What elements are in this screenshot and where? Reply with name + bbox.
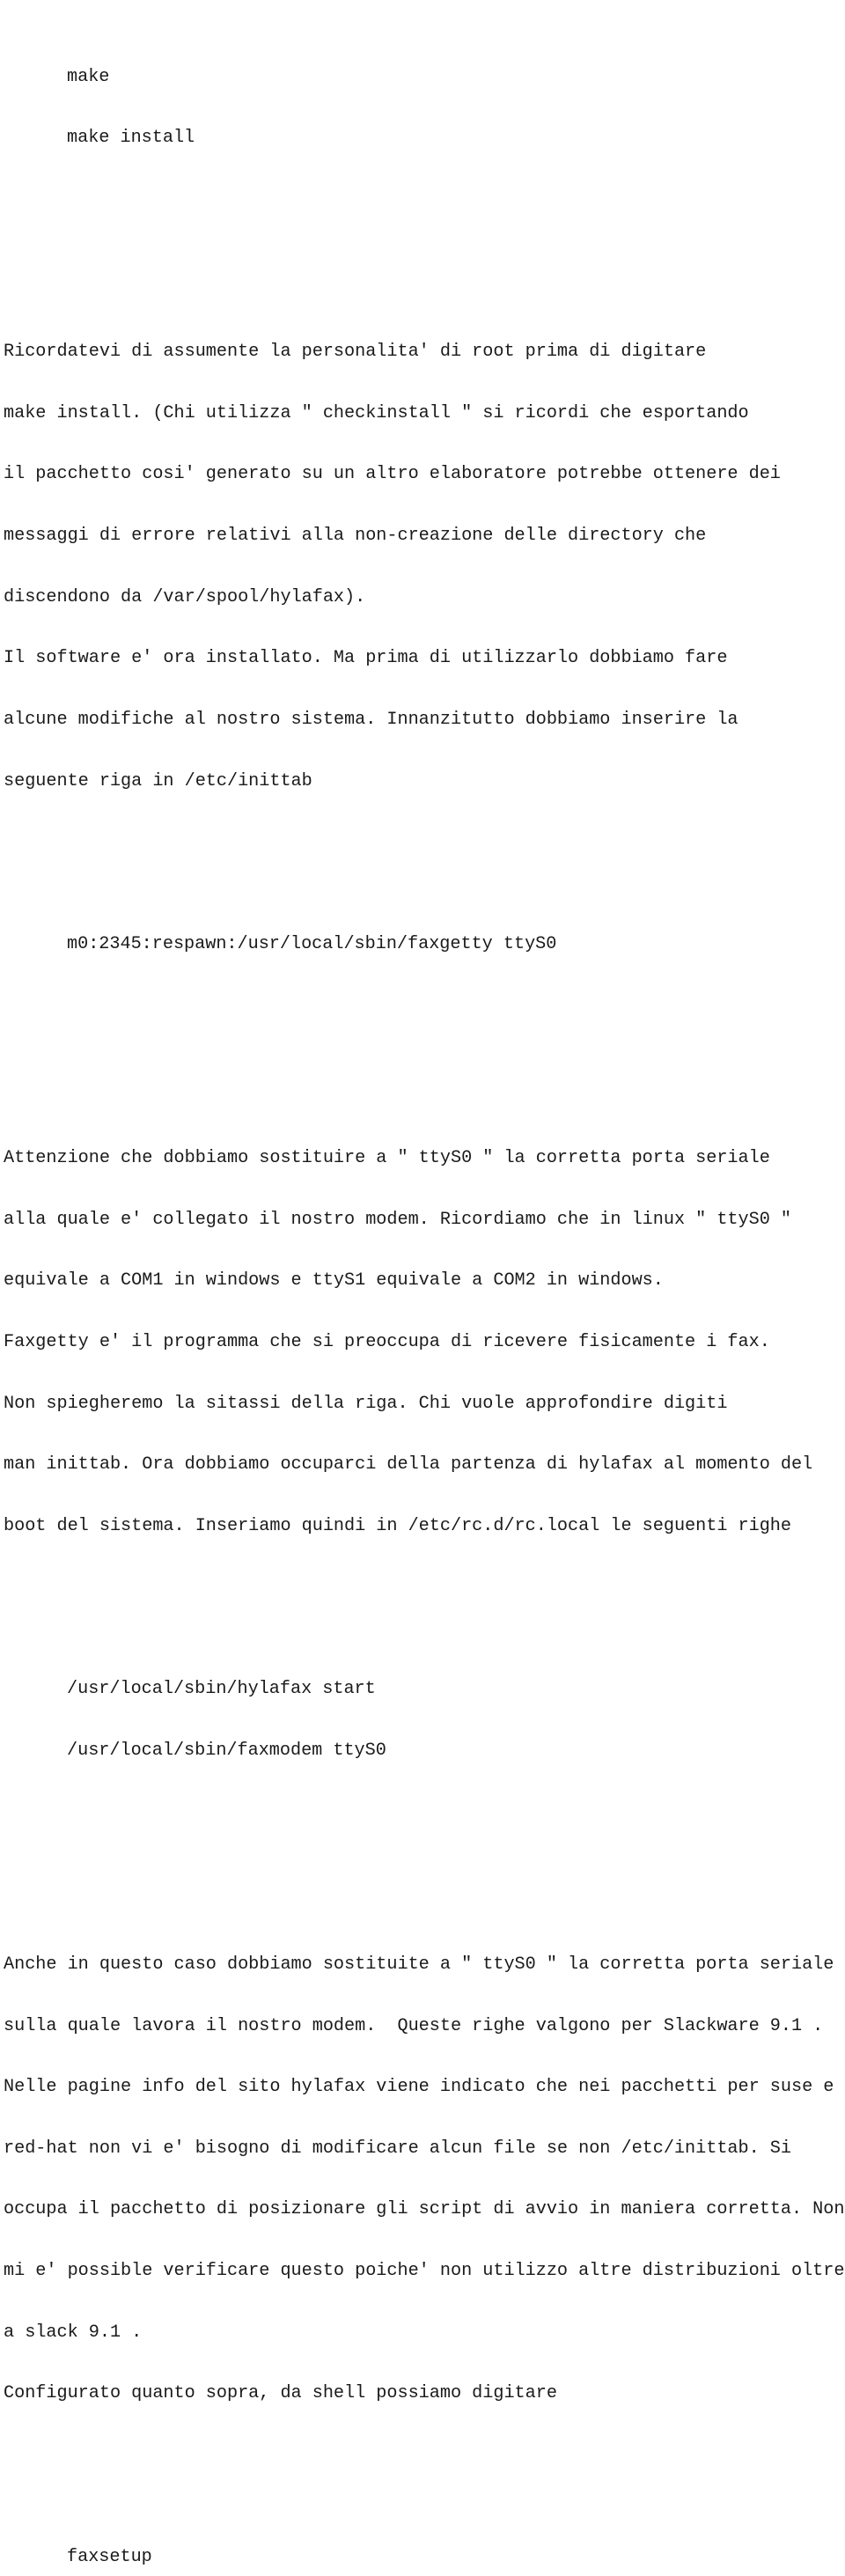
paragraph-line: a slack 9.1 . xyxy=(4,2322,143,2343)
paragraph-line: seguente riga in /etc/inittab xyxy=(4,770,312,791)
paragraph-line: occupa il pacchetto di posizionare gli s… xyxy=(4,2199,845,2220)
paragraph-line: alla quale e' collegato il nostro modem.… xyxy=(4,1209,791,1230)
paragraph-line: Ricordatevi di assumente la personalita'… xyxy=(4,342,707,363)
code-block-hylafax-start: /usr/local/sbin/hylafax start xyxy=(67,1679,376,1700)
paragraph-line: mi e' possible verificare questo poiche'… xyxy=(4,2261,845,2282)
code-block-inittab-line: m0:2345:respawn:/usr/local/sbin/faxgetty… xyxy=(67,934,557,955)
code-block-faxmodem: /usr/local/sbin/faxmodem ttyS0 xyxy=(67,1741,386,1761)
paragraph-line: Nelle pagine info del sito hylafax viene… xyxy=(4,2077,834,2098)
code-block-faxsetup: faxsetup xyxy=(67,2546,152,2567)
paragraph-line: make install. (Chi utilizza " checkinsta… xyxy=(4,402,749,423)
paragraph-line: il pacchetto cosi' generato su un altro … xyxy=(4,464,781,485)
paragraph-line: discendono da /var/spool/hylafax). xyxy=(4,586,366,607)
paragraph-line: alcune modifiche al nostro sistema. Inna… xyxy=(4,709,738,730)
paragraph-line: equivale a COM1 in windows e ttyS1 equiv… xyxy=(4,1270,664,1292)
paragraph-line: red-hat non vi e' bisogno di modificare … xyxy=(4,2138,791,2159)
paragraph-line: Attenzione che dobbiamo sostituire a " t… xyxy=(4,1148,770,1169)
paragraph-line: Non spiegheremo la sitassi della riga. C… xyxy=(4,1393,728,1414)
document-page: make make install Ricordatevi di assumen… xyxy=(0,0,845,2567)
paragraph-line: Il software e' ora installato. Ma prima … xyxy=(4,648,728,669)
document-body: make make install Ricordatevi di assumen… xyxy=(0,0,845,2576)
paragraph-line: boot del sistema. Inseriamo quindi in /e… xyxy=(4,1515,791,1536)
paragraph-line: Anche in questo caso dobbiamo sostituite… xyxy=(4,1954,834,1976)
paragraph-line: sulla quale lavora il nostro modem. Ques… xyxy=(4,2015,824,2036)
code-block-make-install: make install xyxy=(67,128,195,149)
paragraph-line: Configurato quanto sopra, da shell possi… xyxy=(4,2383,557,2404)
paragraph-line: messaggi di errore relativi alla non-cre… xyxy=(4,526,707,547)
code-block-make: make xyxy=(67,66,110,87)
paragraph-line: man inittab. Ora dobbiamo occuparci dell… xyxy=(4,1454,813,1476)
paragraph-line: Faxgetty e' il programma che si preoccup… xyxy=(4,1331,770,1352)
